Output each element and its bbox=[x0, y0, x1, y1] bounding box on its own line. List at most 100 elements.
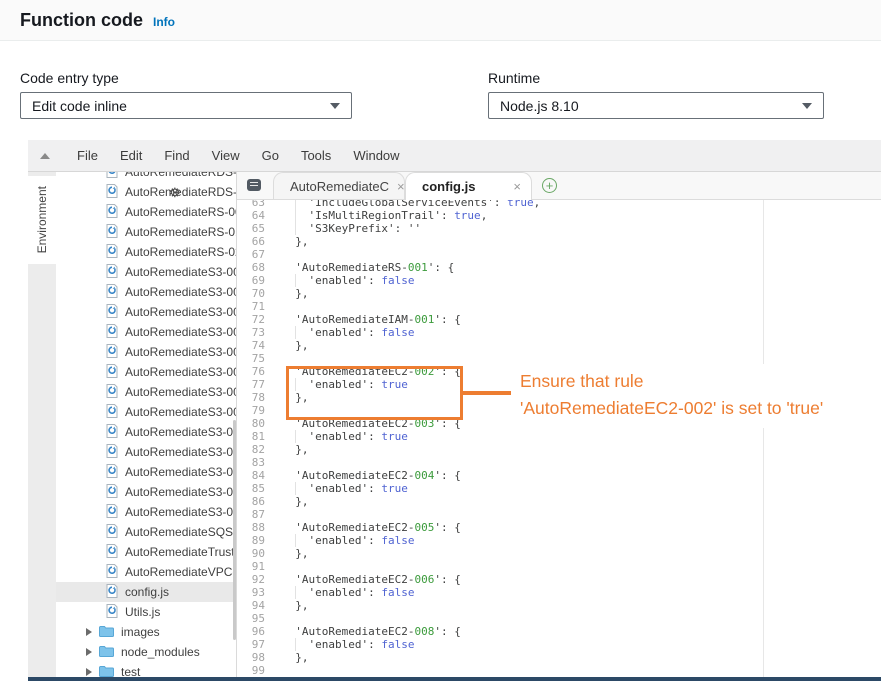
code-text bbox=[277, 664, 282, 677]
tree-item-autoremediates3-01[interactable]: AutoRemediateS3-01 bbox=[56, 482, 236, 502]
code-line-69[interactable]: 69 'enabled': false bbox=[237, 274, 881, 287]
tree-item-autoremediates3-00[interactable]: AutoRemediateS3-00 bbox=[56, 382, 236, 402]
function-code-header: Function code Info bbox=[0, 0, 881, 41]
tree-folder-test[interactable]: test bbox=[56, 662, 236, 677]
tree-item-config-js[interactable]: config.js bbox=[56, 582, 236, 602]
close-icon[interactable]: × bbox=[513, 179, 521, 194]
line-number: 90 bbox=[237, 547, 277, 560]
code-line-97[interactable]: 97 'enabled': false bbox=[237, 638, 881, 651]
code-line-66[interactable]: 66 }, bbox=[237, 235, 881, 248]
tree-item-autoremediaters-00[interactable]: AutoRemediateRS-00 bbox=[56, 202, 236, 222]
tree-folder-images[interactable]: images bbox=[56, 622, 236, 642]
new-tab-button[interactable]: + bbox=[542, 178, 557, 193]
line-number: 94 bbox=[237, 599, 277, 612]
code-text: 'S3KeyPrefix': '' bbox=[277, 222, 421, 235]
menu-item-file[interactable]: File bbox=[66, 142, 109, 169]
code-entry-type-label: Code entry type bbox=[20, 70, 119, 86]
runtime-value: Node.js 8.10 bbox=[500, 98, 579, 114]
tree-item-autoremediatetruste[interactable]: AutoRemediateTruste bbox=[56, 542, 236, 562]
code-line-96[interactable]: 96 'AutoRemediateEC2-008': { bbox=[237, 625, 881, 638]
code-text: }, bbox=[277, 547, 309, 560]
code-line-71[interactable]: 71 bbox=[237, 300, 881, 313]
runtime-select[interactable]: Node.js 8.10 bbox=[488, 92, 824, 119]
code-line-67[interactable]: 67 bbox=[237, 248, 881, 261]
code-line-73[interactable]: 73 'enabled': false bbox=[237, 326, 881, 339]
expand-arrow-icon[interactable] bbox=[86, 668, 92, 676]
tree-folder-node-modules[interactable]: node_modules bbox=[56, 642, 236, 662]
menu-item-window[interactable]: Window bbox=[342, 142, 410, 169]
js-file-icon bbox=[106, 344, 118, 361]
tree-item-utils-js[interactable]: Utils.js bbox=[56, 602, 236, 622]
code-line-64[interactable]: 64 'IsMultiRegionTrail': true, bbox=[237, 209, 881, 222]
code-line-74[interactable]: 74 }, bbox=[237, 339, 881, 352]
menu-item-view[interactable]: View bbox=[201, 142, 251, 169]
code-line-84[interactable]: 84 'AutoRemediateEC2-004': { bbox=[237, 469, 881, 482]
expand-arrow-icon[interactable] bbox=[86, 648, 92, 656]
editor-tab-config-js[interactable]: config.js× bbox=[405, 172, 532, 200]
code-line-87[interactable]: 87 bbox=[237, 508, 881, 521]
code-line-63[interactable]: 63 'IncludeGlobalServiceEvents': true, bbox=[237, 200, 881, 209]
tree-item-autoremediaters-02[interactable]: AutoRemediateRS-02 bbox=[56, 242, 236, 262]
menu-item-edit[interactable]: Edit bbox=[109, 142, 153, 169]
code-entry-type-select[interactable]: Edit code inline bbox=[20, 92, 352, 119]
line-number: 83 bbox=[237, 456, 277, 469]
code-line-70[interactable]: 70 }, bbox=[237, 287, 881, 300]
tree-item-autoremediates3-00[interactable]: AutoRemediateS3-00 bbox=[56, 282, 236, 302]
tree-item-autoremediates3-00[interactable]: AutoRemediateS3-00 bbox=[56, 302, 236, 322]
tree-item-autoremediates3-00[interactable]: AutoRemediateS3-00 bbox=[56, 262, 236, 282]
code-line-90[interactable]: 90 }, bbox=[237, 547, 881, 560]
environment-tab[interactable]: Environment bbox=[28, 176, 56, 264]
js-file-icon bbox=[106, 224, 118, 241]
code-line-83[interactable]: 83 bbox=[237, 456, 881, 469]
code-line-99[interactable]: 99 bbox=[237, 664, 881, 677]
code-line-86[interactable]: 86 }, bbox=[237, 495, 881, 508]
js-file-icon bbox=[106, 484, 118, 501]
tree-item-autoremediates3-00[interactable]: AutoRemediateS3-00 bbox=[56, 322, 236, 342]
tree-item-autoremediaterds-0[interactable]: AutoRemediateRDS-0 bbox=[56, 172, 236, 182]
code-line-94[interactable]: 94 }, bbox=[237, 599, 881, 612]
folder-icon bbox=[99, 665, 114, 678]
tree-item-label: AutoRemediateSQS-0 bbox=[125, 525, 237, 539]
js-file-icon bbox=[106, 284, 118, 301]
editor-tab-autoremediatec[interactable]: AutoRemediateC× bbox=[273, 172, 405, 199]
tree-item-autoremediates3-01[interactable]: AutoRemediateS3-01 bbox=[56, 462, 236, 482]
tree-item-autoremediates3-00[interactable]: AutoRemediateS3-00 bbox=[56, 362, 236, 382]
menu-item-tools[interactable]: Tools bbox=[290, 142, 342, 169]
code-line-98[interactable]: 98 }, bbox=[237, 651, 881, 664]
menu-item-go[interactable]: Go bbox=[251, 142, 290, 169]
code-line-68[interactable]: 68 'AutoRemediateRS-001': { bbox=[237, 261, 881, 274]
close-icon[interactable]: × bbox=[397, 179, 405, 194]
js-file-icon bbox=[106, 172, 118, 181]
code-line-81[interactable]: 81 'enabled': true bbox=[237, 430, 881, 443]
code-pane[interactable]: 63 'IncludeGlobalServiceEvents': true,64… bbox=[237, 200, 881, 677]
code-line-88[interactable]: 88 'AutoRemediateEC2-005': { bbox=[237, 521, 881, 534]
code-text: 'enabled': false bbox=[277, 274, 414, 287]
code-line-95[interactable]: 95 bbox=[237, 612, 881, 625]
expand-arrow-icon[interactable] bbox=[86, 628, 92, 636]
tree-item-autoremediates3-01[interactable]: AutoRemediateS3-01 bbox=[56, 502, 236, 522]
tree-item-autoremediaters-01[interactable]: AutoRemediateRS-01 bbox=[56, 222, 236, 242]
code-text: 'enabled': false bbox=[277, 326, 414, 339]
code-line-85[interactable]: 85 'enabled': true bbox=[237, 482, 881, 495]
tree-scrollbar[interactable] bbox=[233, 420, 236, 640]
code-line-82[interactable]: 82 }, bbox=[237, 443, 881, 456]
code-line-72[interactable]: 72 'AutoRemediateIAM-001': { bbox=[237, 313, 881, 326]
line-number: 98 bbox=[237, 651, 277, 664]
tree-item-autoremediatevpc-0[interactable]: AutoRemediateVPC-0 bbox=[56, 562, 236, 582]
code-line-89[interactable]: 89 'enabled': false bbox=[237, 534, 881, 547]
tree-item-autoremediates3-01[interactable]: AutoRemediateS3-01 bbox=[56, 442, 236, 462]
code-line-65[interactable]: 65 'S3KeyPrefix': '' bbox=[237, 222, 881, 235]
code-line-91[interactable]: 91 bbox=[237, 560, 881, 573]
tree-item-autoremediaterds-0[interactable]: AutoRemediateRDS-0⚙ bbox=[56, 182, 236, 202]
code-line-92[interactable]: 92 'AutoRemediateEC2-006': { bbox=[237, 573, 881, 586]
tree-item-autoremediates3-00[interactable]: AutoRemediateS3-00 bbox=[56, 342, 236, 362]
tab-list-icon[interactable] bbox=[247, 179, 261, 191]
collapse-panel-icon[interactable] bbox=[40, 153, 50, 159]
tree-item-autoremediatesqs-0[interactable]: AutoRemediateSQS-0 bbox=[56, 522, 236, 542]
tree-item-autoremediates3-00[interactable]: AutoRemediateS3-00 bbox=[56, 402, 236, 422]
tree-item-autoremediates3-00[interactable]: AutoRemediateS3-00 bbox=[56, 422, 236, 442]
menu-item-find[interactable]: Find bbox=[153, 142, 200, 169]
line-number: 87 bbox=[237, 508, 277, 521]
info-link[interactable]: Info bbox=[153, 15, 175, 29]
code-line-93[interactable]: 93 'enabled': false bbox=[237, 586, 881, 599]
